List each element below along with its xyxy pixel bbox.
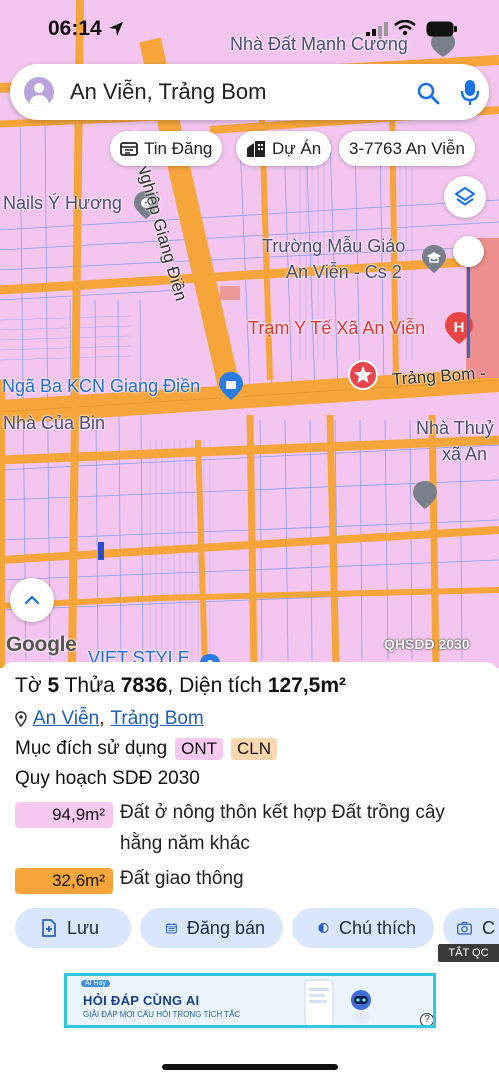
post-for-sale-label: Đăng bán xyxy=(186,917,265,938)
land-use-description: Đất giao thông xyxy=(120,868,244,889)
contrast-icon xyxy=(318,922,329,934)
wifi-icon xyxy=(394,20,416,36)
map-source-label: QHSDĐ 2030 xyxy=(384,636,470,652)
search-input[interactable]: An Viễn, Trảng Bom xyxy=(70,79,267,105)
search-bar[interactable]: An Viễn, Trảng Bom xyxy=(10,64,489,120)
capture-button[interactable]: C xyxy=(443,908,499,948)
capture-button-label: C xyxy=(482,917,495,938)
battery-icon xyxy=(426,21,457,37)
ad-robot-illustration xyxy=(351,990,371,1023)
parcel-thua-value: 7836 xyxy=(120,674,168,697)
map-label-nha-cua-bin[interactable]: Nhà Của Bin xyxy=(3,413,105,434)
map-label-school-1[interactable]: Trường Mẫu Giáo xyxy=(262,236,405,257)
map-label-nha-thuy-2[interactable]: xã An xyxy=(442,444,487,465)
map-label-school-2[interactable]: An Viễn - Cs 2 xyxy=(286,262,402,283)
map-label-clinic[interactable]: Trạm Y Tế Xã An Viễn xyxy=(248,318,425,339)
search-icon[interactable] xyxy=(416,81,440,105)
add-document-icon xyxy=(42,919,56,937)
avatar[interactable] xyxy=(24,77,54,107)
legend-button-label: Chú thích xyxy=(338,917,416,938)
parcel-location: An Viễn, Trảng Bom xyxy=(15,708,204,730)
building-icon xyxy=(247,140,265,157)
land-use-row: 94,9m² Đất ở nông thôn kết hợp Đất trồng… xyxy=(15,802,485,866)
chip-tin-dang[interactable]: Tin Đăng xyxy=(110,131,223,166)
land-use-area: 94,9m² xyxy=(15,802,113,828)
location-arrow-icon xyxy=(109,22,123,36)
nha-thuy-pin-icon[interactable] xyxy=(412,480,438,510)
parcel-to-value: 5 xyxy=(47,674,60,697)
map-view[interactable]: H Nhà Đất Mạnh Cường Nails Ý Hương Trườn… xyxy=(0,0,499,668)
land-purpose-row: Mục đích sử dụng ONT CLN xyxy=(15,738,278,760)
parcel-thua-label: Thửa xyxy=(64,674,115,697)
save-button-label: Lưu xyxy=(67,917,100,938)
ward-link[interactable]: An Viễn xyxy=(33,708,99,730)
land-use-description: Đất ở nông thôn kết hợp Đất trồng cây hằ… xyxy=(120,802,445,854)
chip-parcel-label: 3-7763 An Viễn xyxy=(349,138,465,158)
ad-subline: GIẢI ĐÁP MỌI CÂU HỎI TRONG TÍCH TẮC xyxy=(83,1010,241,1019)
tag-ont: ONT xyxy=(175,738,224,760)
map-label-junction[interactable]: Ngã Ba KCN Giang Điền xyxy=(2,376,200,397)
ad-close-button[interactable]: TẮT QC xyxy=(438,944,499,962)
land-use-area: 32,6m² xyxy=(15,868,113,894)
parcel-area-value: 127,5m² xyxy=(267,674,347,697)
layers-icon xyxy=(455,187,475,206)
chip-tin-dang-label: Tin Đăng xyxy=(144,138,213,158)
school-pin-icon[interactable] xyxy=(421,244,447,274)
map-label-nails[interactable]: Nails Ý Hương xyxy=(3,193,122,214)
parcel-area-label: , Diện tích xyxy=(167,674,262,697)
status-time: 06:14 xyxy=(48,17,102,40)
land-use-row: 32,6m² Đất giao thông xyxy=(15,868,485,898)
chevron-up-icon xyxy=(24,595,40,605)
ad-banner[interactable]: AI Hay HỎI ĐÁP CÙNG AI GIẢI ĐÁP MỌI CÂU … xyxy=(64,973,436,1028)
legend-button[interactable]: Chú thích xyxy=(292,908,434,948)
junction-pin-icon[interactable] xyxy=(218,371,244,401)
location-pin-icon xyxy=(15,711,27,727)
signal-icon xyxy=(366,22,388,36)
status-bar: 06:14 xyxy=(0,0,499,54)
camera-icon xyxy=(457,921,472,935)
district-link[interactable]: Trảng Bom xyxy=(110,708,203,730)
listing-icon xyxy=(120,141,138,156)
calendar-icon xyxy=(166,923,177,934)
chip-du-an-label: Dự Án xyxy=(272,138,322,158)
post-for-sale-button[interactable]: Đăng bán xyxy=(140,908,283,948)
ad-headline: HỎI ĐÁP CÙNG AI xyxy=(83,993,200,1008)
save-button[interactable]: Lưu xyxy=(15,908,131,948)
purpose-label: Mục đích sử dụng xyxy=(15,738,168,759)
location-separator: , xyxy=(99,708,105,729)
map-label-nha-thuy-1[interactable]: Nhà Thuỷ xyxy=(416,418,494,439)
chip-du-an[interactable]: Dự Án xyxy=(236,131,332,166)
layers-button[interactable] xyxy=(444,176,486,218)
chip-parcel[interactable]: 3-7763 An Viễn xyxy=(339,131,475,166)
ad-info-icon[interactable]: ? xyxy=(420,1013,433,1025)
opacity-slider[interactable] xyxy=(452,236,486,360)
parcel-to-label: Tờ xyxy=(15,674,42,697)
opacity-slider-handle[interactable] xyxy=(453,236,484,267)
home-indicator xyxy=(162,1064,338,1070)
plan-label: Quy hoạch SDĐ 2030 xyxy=(15,768,200,789)
ad-brand: AI Hay xyxy=(81,980,111,987)
microphone-icon[interactable] xyxy=(460,79,480,107)
parcel-title: Tờ 5 Thửa 7836, Diện tích 127,5m² xyxy=(15,674,346,698)
expand-sheet-button[interactable] xyxy=(10,578,54,622)
selected-parcel-marker-icon[interactable] xyxy=(347,359,379,391)
google-logo: Google xyxy=(6,633,77,656)
tag-cln: CLN xyxy=(231,738,278,760)
